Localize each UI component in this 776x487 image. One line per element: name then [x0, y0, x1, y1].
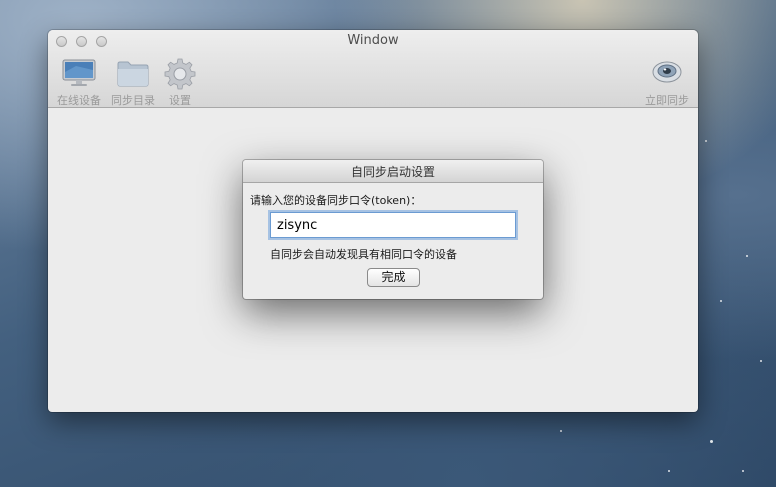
toolbar-label: 在线设备: [57, 94, 101, 107]
window-toolbar: Window 在线设备 同步目录 设置 立即同步: [48, 30, 698, 108]
toolbar-online-devices[interactable]: 在线设备: [56, 58, 102, 107]
wallpaper-star: [746, 255, 748, 257]
wallpaper-star: [668, 470, 670, 472]
toolbar-label: 同步目录: [111, 94, 155, 107]
token-prompt-label: 请输入您的设备同步口令(token)：: [250, 194, 422, 207]
toolbar-sync-now[interactable]: 立即同步: [644, 58, 690, 107]
gear-icon: [164, 58, 196, 94]
toolbar-label: 设置: [169, 94, 191, 107]
wallpaper-star: [760, 360, 762, 362]
wallpaper-star: [705, 140, 707, 142]
dialog-titlebar: 自同步启动设置: [243, 160, 543, 183]
eye-icon: [651, 58, 683, 90]
token-input[interactable]: [270, 212, 516, 238]
wallpaper-star: [710, 440, 713, 443]
toolbar-settings[interactable]: 设置: [162, 58, 198, 107]
dialog-title: 自同步启动设置: [350, 165, 435, 179]
token-hint-text: 自同步会自动发现具有相同口令的设备: [270, 248, 457, 261]
done-button[interactable]: 完成: [367, 268, 420, 287]
monitor-icon: [62, 58, 96, 92]
toolbar-label: 立即同步: [645, 94, 689, 107]
wallpaper-star: [742, 470, 744, 472]
wallpaper-star: [720, 300, 722, 302]
toolbar-sync-folders[interactable]: 同步目录: [110, 58, 156, 107]
wallpaper-star: [560, 430, 562, 432]
window-title: Window: [347, 33, 399, 48]
sync-setup-dialog: 自同步启动设置 请输入您的设备同步口令(token)： 自同步会自动发现具有相同…: [243, 160, 543, 299]
folder-icon: [116, 58, 150, 92]
